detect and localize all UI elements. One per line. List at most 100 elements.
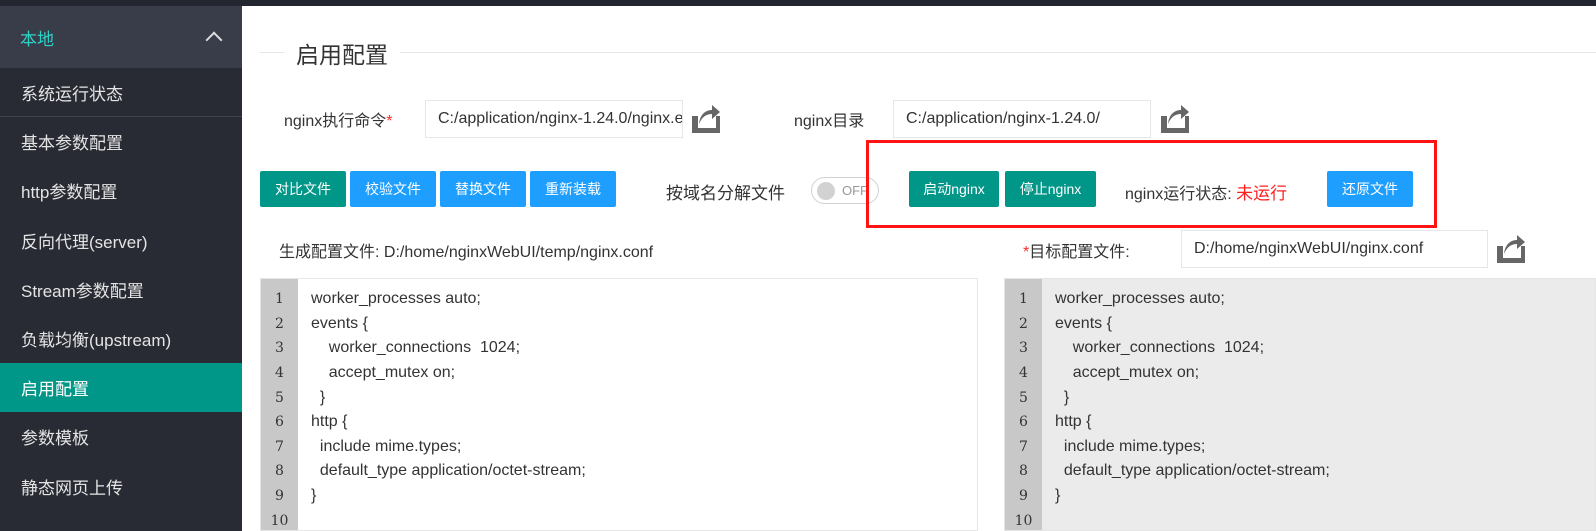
code-text: http { (311, 413, 348, 431)
code-line[interactable]: 4 accept_mutex on; (261, 361, 977, 386)
nginx-cmd-input[interactable]: C:/application/nginx-1.24.0/nginx.exe (425, 100, 683, 138)
nginx-cmd-label: nginx执行命令* (284, 113, 393, 130)
code-line[interactable]: 1 worker_processes auto; (261, 287, 977, 312)
code-line[interactable]: 4 accept_mutex on; (1005, 361, 1595, 386)
sidebar-item-label: 启用配置 (21, 380, 89, 400)
upload-icon[interactable] (690, 101, 722, 135)
switch-state-text: OFF (842, 183, 868, 198)
line-number: 7 (275, 438, 284, 455)
line-number: 1 (1019, 291, 1028, 308)
target-config-label: *目标配置文件: (1023, 244, 1130, 261)
line-number: 3 (1019, 340, 1028, 357)
line-number: 9 (1019, 488, 1028, 505)
code-line[interactable]: 8 default_type application/octet-stream; (261, 459, 977, 484)
code-line[interactable]: 9} (261, 484, 977, 509)
nginx-dir-input[interactable]: C:/application/nginx-1.24.0/ (893, 100, 1151, 138)
sidebar-item-upstream[interactable]: 负载均衡(upstream) (0, 314, 242, 363)
code-line[interactable]: 6 http { (1005, 410, 1595, 435)
code-text: } (1055, 487, 1061, 505)
line-number: 9 (275, 488, 284, 505)
sidebar-item-upload[interactable]: 静态网页上传 (0, 462, 242, 511)
code-text: worker_processes auto; (1055, 290, 1225, 308)
line-number: 4 (275, 365, 284, 382)
split-by-domain-label: 按域名分解文件 (666, 184, 785, 203)
line-number: 5 (275, 389, 284, 406)
code-line[interactable]: 6 http { (261, 410, 977, 435)
switch-knob (817, 182, 835, 200)
sidebar-item-label: 参数模板 (21, 429, 89, 449)
line-number: 8 (1019, 463, 1028, 480)
code-line[interactable]: 2 events { (1005, 312, 1595, 337)
code-text: events { (311, 314, 368, 332)
code-line[interactable]: 7 include mime.types; (1005, 435, 1595, 460)
sidebar-item-label: 静态网页上传 (21, 478, 123, 498)
highlight-box (866, 140, 1437, 228)
main-content: 启用配置 nginx执行命令* C:/application/nginx-1.2… (242, 6, 1596, 531)
sidebar: 本地 系统运行状态 基本参数配置 http参数配置 反向代理(server) S… (0, 6, 242, 531)
code-text: } (311, 388, 326, 406)
line-number: 6 (1019, 414, 1028, 431)
code-text: events { (1055, 314, 1112, 332)
line-number: 1 (275, 291, 284, 308)
code-line[interactable]: 2 events { (261, 312, 977, 337)
target-config-editor[interactable]: 1 worker_processes auto; 2 events {3 worker… (1004, 278, 1596, 531)
sidebar-item-stream[interactable]: Stream参数配置 (0, 265, 242, 314)
code-line[interactable]: 7 include mime.types; (261, 435, 977, 460)
sidebar-item-label: 基本参数配置 (21, 134, 123, 154)
upload-icon[interactable] (1495, 231, 1527, 265)
code-line[interactable]: 9} (1005, 484, 1595, 509)
line-number: 4 (1019, 365, 1028, 382)
code-text: worker_processes auto; (311, 290, 481, 308)
sidebar-item-template[interactable]: 参数模板 (0, 412, 242, 461)
code-text: include mime.types; (311, 437, 462, 455)
code-text: } (1055, 388, 1070, 406)
target-config-input[interactable]: D:/home/nginxWebUI/nginx.conf (1181, 230, 1488, 268)
sidebar-item-label: http参数配置 (21, 183, 118, 203)
chevron-up-icon (205, 31, 223, 49)
line-number: 5 (1019, 389, 1028, 406)
line-number: 3 (275, 340, 284, 357)
code-text: worker_connections 1024; (311, 339, 521, 357)
generated-config-path: D:/home/nginxWebUI/temp/nginx.conf (383, 244, 654, 261)
code-line[interactable]: 5 } (1005, 385, 1595, 410)
line-number: 6 (275, 414, 284, 431)
code-text: accept_mutex on; (1055, 364, 1200, 382)
code-text: default_type application/octet-stream; (1055, 462, 1330, 480)
code-text: http { (1055, 413, 1092, 431)
nginx-dir-label: nginx目录 (794, 113, 865, 130)
compare-file-button[interactable]: 对比文件 (260, 171, 346, 207)
sidebar-item-basic[interactable]: 基本参数配置 (0, 117, 242, 166)
code-line[interactable]: 3 worker_connections 1024; (261, 336, 977, 361)
sidebar-item-label: Stream参数配置 (21, 281, 144, 301)
sidebar-item-http[interactable]: http参数配置 (0, 166, 242, 215)
code-line[interactable]: 3 worker_connections 1024; (1005, 336, 1595, 361)
line-number: 10 (1014, 512, 1033, 529)
replace-file-button[interactable]: 替换文件 (440, 171, 526, 207)
fieldset-divider (260, 52, 1596, 53)
generated-config-editor[interactable]: 1 worker_processes auto; 2 events { 3 worker… (260, 278, 978, 531)
sidebar-group-title: 本地 (20, 29, 54, 49)
verify-file-button[interactable]: 校验文件 (350, 171, 436, 207)
code-text: include mime.types; (1055, 437, 1206, 455)
line-number: 10 (270, 512, 289, 529)
generated-config-label: 生成配置文件: D:/home/nginxWebUI/temp/nginx.co… (279, 244, 654, 261)
line-number: 2 (275, 315, 284, 332)
code-line[interactable]: 1 worker_processes auto; (1005, 287, 1595, 312)
code-text: } (311, 487, 317, 505)
sidebar-item-conf[interactable]: 启用配置 (0, 363, 242, 413)
code-line[interactable]: 5 } (261, 385, 977, 410)
reload-button[interactable]: 重新装载 (530, 171, 616, 207)
line-number: 7 (1019, 438, 1028, 455)
code-line[interactable]: 10 (1005, 508, 1595, 530)
sidebar-item-status[interactable]: 系统运行状态 (0, 68, 242, 118)
sidebar-group-local[interactable]: 本地 (0, 6, 242, 68)
sidebar-item-label: 负载均衡(upstream) (21, 331, 172, 351)
line-number: 8 (275, 463, 284, 480)
code-line[interactable]: 8 default_type application/octet-stream; (1005, 459, 1595, 484)
sidebar-item-label: 反向代理(server) (21, 232, 148, 252)
sidebar-item-label: 系统运行状态 (21, 84, 123, 104)
sidebar-item-server[interactable]: 反向代理(server) (0, 216, 242, 265)
code-line[interactable]: 10 (261, 508, 977, 530)
code-text: worker_connections 1024; (1055, 339, 1265, 357)
upload-icon[interactable] (1159, 101, 1191, 135)
